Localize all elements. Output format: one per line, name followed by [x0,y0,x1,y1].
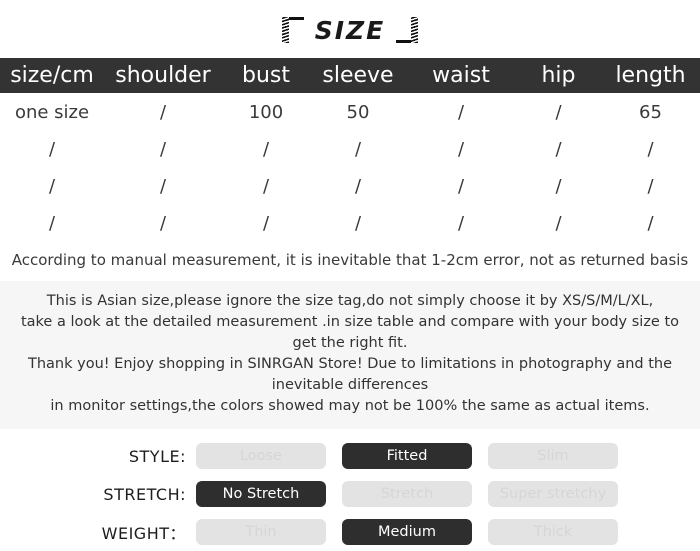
table-cell: / [555,101,562,123]
page-title: SIZE [314,15,386,45]
table-cell: / [555,139,562,160]
table-cell: / [647,176,654,197]
weight-option-medium[interactable]: Medium [342,519,472,545]
corner-bracket-left-icon [279,15,305,45]
column-header-size: size/cm [10,63,94,88]
table-cell: / [457,101,465,123]
size-title-group: SIZE [279,15,422,45]
table-cell: / [48,139,56,160]
size-title-bar: SIZE [0,0,700,58]
attribute-label-weight: WEIGHT： [101,524,186,543]
column-header-length: length [615,63,686,88]
column-header-shoulder: shoulder [115,63,211,88]
description-block: This is Asian size,please ignore the siz… [0,281,700,429]
table-cell: / [48,176,56,197]
description-line-2: take a look at the detailed measurement … [20,314,680,351]
attribute-row-weight: WEIGHT： Thin Medium Thick [0,513,700,551]
column-header-waist: waist [432,63,490,88]
table-cell: / [457,139,465,160]
table-cell: 100 [248,101,284,123]
table-cell: 50 [346,101,370,123]
table-cell: / [647,139,654,160]
table-cell: / [354,176,362,197]
weight-option-thin[interactable]: Thin [196,519,326,545]
table-cell: / [457,213,465,234]
column-header-hip: hip [541,63,576,88]
measurement-note: According to manual measurement, it is i… [0,242,700,281]
weight-option-thick[interactable]: Thick [488,519,618,545]
table-row: / / / / / / / [0,205,700,242]
description-line-4: in monitor settings,the colors showed ma… [50,398,650,414]
table-cell: one size [14,101,90,123]
table-cell: / [159,213,167,234]
style-option-fitted[interactable]: Fitted [342,443,472,469]
table-row: / / / / / / / [0,131,700,168]
table-cell: / [457,176,465,197]
description-line-3: Thank you! Enjoy shopping in SINRGAN Sto… [27,356,673,393]
table-cell: / [354,213,362,234]
attribute-row-style: STYLE: Loose Fitted Slim [0,437,700,475]
description-line-1: This is Asian size,please ignore the siz… [46,293,654,309]
size-table-header: size/cm shoulder bust sleeve waist hip l… [0,58,700,93]
attribute-label-style: STYLE: [128,446,186,466]
attribute-row-stretch: STRETCH: No Stretch Stretch Super stretc… [0,475,700,513]
column-header-bust: bust [242,63,290,88]
table-cell: / [262,176,270,197]
stretch-option-stretch[interactable]: Stretch [342,481,472,507]
size-table-body: one size / 100 50 / / 65 / / / / / / / /… [0,93,700,242]
table-cell: / [262,139,270,160]
table-cell: / [159,101,167,123]
table-cell: / [262,213,270,234]
style-option-slim[interactable]: Slim [488,443,618,469]
table-cell: / [354,139,362,160]
corner-bracket-right-icon [395,15,421,45]
table-cell: / [647,213,654,234]
attribute-selectors: STYLE: Loose Fitted Slim STRETCH: No Str… [0,429,700,551]
table-cell: / [159,176,167,197]
size-table: size/cm shoulder bust sleeve waist hip l… [0,58,700,242]
table-row: / / / / / / / [0,168,700,205]
table-header-row: size/cm shoulder bust sleeve waist hip l… [0,58,700,93]
table-cell: / [555,213,562,234]
table-cell: / [48,213,56,234]
attribute-label-stretch: STRETCH: [103,484,186,504]
column-header-sleeve: sleeve [322,63,394,88]
table-row: one size / 100 50 / / 65 [0,93,700,131]
table-cell: / [159,139,167,160]
stretch-option-no-stretch[interactable]: No Stretch [196,481,326,507]
table-cell: / [555,176,562,197]
stretch-option-super-stretchy[interactable]: Super stretchy [488,481,618,507]
table-cell: 65 [639,101,662,123]
style-option-loose[interactable]: Loose [196,443,326,469]
